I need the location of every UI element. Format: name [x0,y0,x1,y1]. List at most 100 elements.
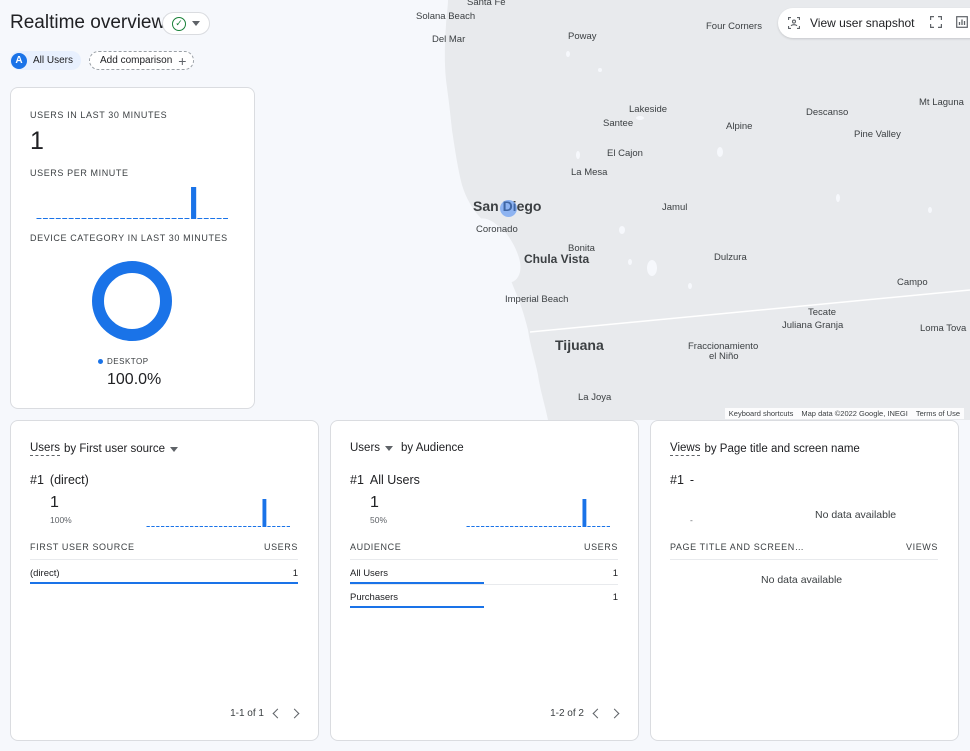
map-label-four-corners: Four Corners [706,21,762,32]
spark-bar [223,218,228,219]
spark-bar [49,218,55,219]
report-chart-icon[interactable] [956,16,968,28]
data-status-dropdown[interactable]: ✓ [162,12,210,35]
spark-bar [55,218,61,219]
segment-badge: A [11,52,27,69]
pager-text: 1-1 of 1 [230,708,264,719]
map-label-poway: Poway [568,31,597,42]
spark-bar [238,526,242,527]
card-title: Views by Page title and screen name [670,442,860,456]
spark-bar [75,218,81,219]
metric-selector[interactable]: Users [350,442,380,454]
users-per-minute-chart [36,187,228,219]
spark-bar [209,526,213,527]
spark-bar [481,526,485,527]
fullscreen-icon[interactable] [930,16,942,28]
row-share-bar [350,606,484,608]
spark-bar [505,526,509,527]
dimension-selector[interactable]: by First user source [64,443,165,455]
col-audience[interactable]: AUDIENCE [350,542,401,552]
map-label-descanso: Descanso [806,107,849,118]
map-label-imperial-beach: Imperial Beach [505,294,569,305]
table-row[interactable]: All Users 1 [350,568,618,584]
donut-slice-desktop[interactable] [92,261,172,341]
chevron-left-icon[interactable] [272,708,283,719]
spark-bar [100,218,106,219]
spark-bar [223,526,228,527]
col-users[interactable]: USERS [584,542,618,552]
map-label-mt-laguna: Mt Laguna [919,97,964,108]
rank-label: All Users [369,473,420,487]
spark-bar [572,526,577,527]
spark-bar [126,218,132,219]
map-label-del-mar: Del Mar [432,34,466,45]
spark-bar [156,526,160,527]
spark-bar [184,218,190,219]
map-label-alpine: Alpine [726,121,753,132]
spark-bar [175,526,179,527]
spark-bar [228,526,232,527]
spark-bar [233,526,237,527]
source-trend-chart [146,499,290,527]
table-row[interactable]: (direct) 1 [30,568,298,584]
metric-selector[interactable]: Users [30,442,61,456]
table-header: AUDIENCE USERS [350,542,618,552]
map-label-el-nino: el Niño [709,351,739,362]
spark-bar [146,526,150,527]
spark-bar [145,218,151,219]
spark-bar [281,526,286,527]
terms-of-use-link[interactable]: Terms of Use [916,409,960,418]
users-30-min-value: 1 [30,127,44,155]
chevron-right-icon[interactable] [609,708,620,719]
caret-down-icon[interactable] [385,445,394,451]
map-label-la-joya: La Joya [578,392,612,403]
spark-bar [272,526,276,527]
row-label: Purchasers [350,592,399,603]
add-comparison-button[interactable]: Add comparison + [89,51,195,70]
table-row[interactable]: Purchasers 1 [350,592,618,608]
spark-bar [257,526,261,527]
top-rank: #1 (direct) [30,473,89,487]
page-views-card: Views by Page title and screen name #1- … [650,420,959,741]
col-views[interactable]: VIEWS [906,542,938,552]
pagination: 1-2 of 2 [550,708,620,719]
users-30-min-label: USERS IN LAST 30 MINUTES [30,110,168,120]
spark-bar [476,526,480,527]
user-location-marker[interactable] [500,200,517,217]
top-percentage: 100% [50,515,72,525]
pagination: 1-1 of 1 [230,708,300,719]
chevron-left-icon[interactable] [592,708,603,719]
top-percentage: 50% [370,515,388,525]
spark-bar [185,526,189,527]
dimension-label: by Page title and screen name [704,443,860,455]
spark-bar [36,218,42,219]
rank-number: #1 [30,473,44,487]
col-users[interactable]: USERS [264,542,298,552]
row-label: (direct) [30,568,60,579]
plus-icon: + [178,52,187,69]
spark-bar [563,526,567,527]
col-page-title[interactable]: PAGE TITLE AND SCREEN… [670,542,804,552]
metric-selector[interactable]: Views [670,442,701,456]
all-users-segment-chip[interactable]: A All Users [10,51,82,70]
col-first-user-source[interactable]: FIRST USER SOURCE [30,542,135,552]
keyboard-shortcuts-link[interactable]: Keyboard shortcuts [729,409,794,418]
desktop-legend-label: DESKTOP [107,357,149,366]
map-label-solana-beach: Solana Beach [416,11,476,22]
map-label-chula-vista: Chula Vista [524,252,590,266]
map-label-tijuana: Tijuana [555,337,604,353]
chevron-right-icon[interactable] [289,708,300,719]
spark-bar [197,218,203,219]
table-divider [350,584,618,585]
spark-bar [165,218,171,219]
spark-bar [252,526,257,527]
spark-bar [170,526,174,527]
row-share-bar [30,582,298,584]
spark-bar [485,526,490,527]
spark-bar [81,218,87,219]
caret-down-icon[interactable] [170,446,179,452]
spark-bar [42,218,48,219]
row-value: 1 [612,568,618,579]
caret-down-icon [192,21,200,26]
spark-bar [606,526,610,527]
